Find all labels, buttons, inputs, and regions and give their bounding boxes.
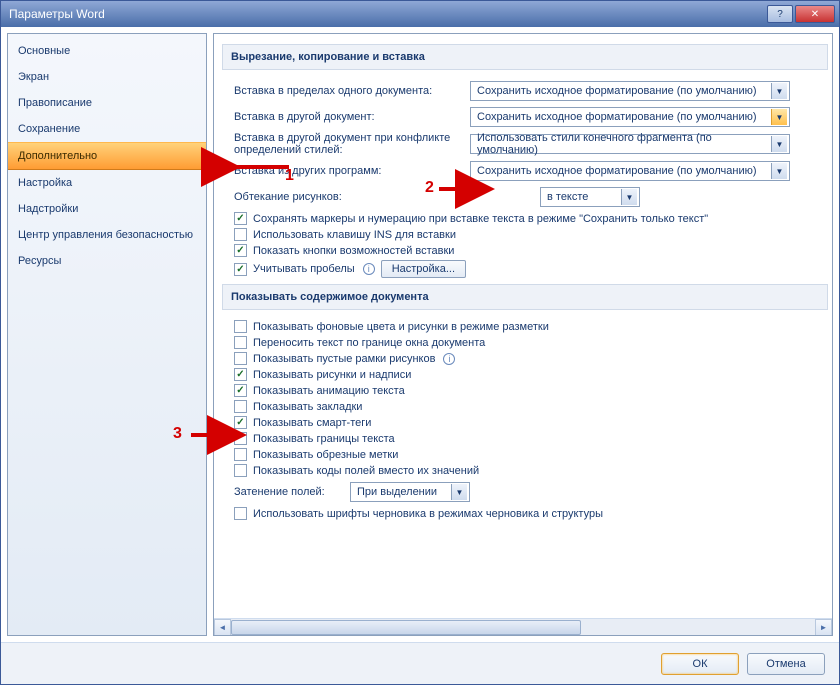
checkbox-draft-font[interactable] bbox=[234, 507, 247, 520]
annotation-num-3: 3 bbox=[173, 425, 182, 443]
chk-label: Показать кнопки возможностей вставки bbox=[253, 245, 454, 257]
chk-label: Переносить текст по границе окна докумен… bbox=[253, 337, 485, 349]
scroll-left-arrow[interactable]: ◄ bbox=[214, 619, 231, 636]
horizontal-scrollbar[interactable]: ◄ ► bbox=[214, 618, 832, 635]
checkbox-text-anim[interactable] bbox=[234, 384, 247, 397]
dropdown-paste-same-doc[interactable]: Сохранить исходное форматирование (по ум… bbox=[470, 81, 790, 101]
checkbox-bg-colors[interactable] bbox=[234, 320, 247, 333]
row-paste-programs: Вставка из других программ: Сохранить ис… bbox=[234, 160, 828, 182]
row-paste-other-doc: Вставка в другой документ: Сохранить исх… bbox=[234, 106, 828, 128]
chk-paste-options-btn: Показать кнопки возможностей вставки bbox=[234, 244, 828, 257]
main-panel: Вырезание, копирование и вставка Вставка… bbox=[213, 33, 833, 636]
dropdown-paste-programs[interactable]: Сохранить исходное форматирование (по ум… bbox=[470, 161, 790, 181]
settings-button[interactable]: Настройка... bbox=[381, 260, 466, 278]
ok-button[interactable]: ОК bbox=[661, 653, 739, 675]
label-paste-other-doc: Вставка в другой документ: bbox=[234, 111, 464, 123]
chk-label: Показывать анимацию текста bbox=[253, 385, 405, 397]
row-paste-same-doc: Вставка в пределах одного документа: Сох… bbox=[234, 80, 828, 102]
label-paste-same-doc: Вставка в пределах одного документа: bbox=[234, 85, 464, 97]
checkbox-placeholders[interactable] bbox=[234, 352, 247, 365]
label-field-shading: Затенение полей: bbox=[234, 486, 344, 498]
options-dialog: Параметры Word ? ✕ Основные Экран Правоп… bbox=[0, 0, 840, 685]
checkbox-bookmarks[interactable] bbox=[234, 400, 247, 413]
sidebar-item-general[interactable]: Основные bbox=[8, 38, 206, 64]
cancel-button[interactable]: Отмена bbox=[747, 653, 825, 675]
sidebar-item-addins[interactable]: Надстройки bbox=[8, 196, 206, 222]
checkbox-smart-tags[interactable] bbox=[234, 416, 247, 429]
chk-label: Показывать границы текста bbox=[253, 433, 395, 445]
chk-label: Использовать шрифты черновика в режимах … bbox=[253, 508, 603, 520]
checkbox-paste-options-btn[interactable] bbox=[234, 244, 247, 257]
titlebar: Параметры Word ? ✕ bbox=[1, 1, 839, 27]
checkbox-wrap-window[interactable] bbox=[234, 336, 247, 349]
label-paste-conflict: Вставка в другой документ при конфликте … bbox=[234, 132, 464, 156]
dropdown-paste-conflict[interactable]: Использовать стили конечного фрагмента (… bbox=[470, 134, 790, 154]
sidebar-item-proofing[interactable]: Правописание bbox=[8, 90, 206, 116]
sidebar-item-resources[interactable]: Ресурсы bbox=[8, 248, 206, 274]
chk-label: Показывать фоновые цвета и рисунки в реж… bbox=[253, 321, 549, 333]
category-sidebar: Основные Экран Правописание Сохранение Д… bbox=[7, 33, 207, 636]
row-picture-wrap: Обтекание рисунков: в тексте bbox=[234, 186, 828, 208]
label-picture-wrap: Обтекание рисунков: bbox=[234, 191, 534, 203]
checkbox-drawings[interactable] bbox=[234, 368, 247, 381]
chk-label: Использовать клавишу INS для вставки bbox=[253, 229, 456, 241]
row-field-shading: Затенение полей: При выделении bbox=[234, 481, 828, 503]
sidebar-item-display[interactable]: Экран bbox=[8, 64, 206, 90]
row-paste-conflict: Вставка в другой документ при конфликте … bbox=[234, 132, 828, 156]
chk-ins-key: Использовать клавишу INS для вставки bbox=[234, 228, 828, 241]
checkbox-ins-key[interactable] bbox=[234, 228, 247, 241]
checkbox-crop-marks[interactable] bbox=[234, 448, 247, 461]
checkbox-smart-paste[interactable] bbox=[234, 263, 247, 276]
window-title: Параметры Word bbox=[5, 7, 767, 21]
checkbox-text-bound[interactable] bbox=[234, 432, 247, 445]
help-button[interactable]: ? bbox=[767, 5, 793, 23]
info-icon[interactable]: i bbox=[443, 353, 455, 365]
chk-label: Показывать коды полей вместо их значений bbox=[253, 465, 479, 477]
sidebar-item-trustcenter[interactable]: Центр управления безопасностью bbox=[8, 222, 206, 248]
chk-label: Показывать закладки bbox=[253, 401, 362, 413]
close-button[interactable]: ✕ bbox=[795, 5, 835, 23]
chk-label: Показывать рисунки и надписи bbox=[253, 369, 411, 381]
annotation-num-1: 1 bbox=[285, 167, 294, 185]
annotation-num-2: 2 bbox=[425, 179, 434, 197]
chk-label: Сохранять маркеры и нумерацию при вставк… bbox=[253, 213, 708, 225]
main-scroll-area[interactable]: Вырезание, копирование и вставка Вставка… bbox=[214, 34, 832, 618]
dropdown-paste-other-doc[interactable]: Сохранить исходное форматирование (по ум… bbox=[470, 107, 790, 127]
section-cut-copy-paste: Вырезание, копирование и вставка bbox=[222, 44, 828, 70]
sidebar-item-customize[interactable]: Настройка bbox=[8, 170, 206, 196]
dropdown-field-shading[interactable]: При выделении bbox=[350, 482, 470, 502]
scroll-right-arrow[interactable]: ► bbox=[815, 619, 832, 636]
dialog-body: Основные Экран Правописание Сохранение Д… bbox=[1, 27, 839, 642]
scroll-track[interactable] bbox=[231, 619, 815, 636]
chk-label: Учитывать пробелы bbox=[253, 263, 355, 275]
chk-smart-paste: Учитывать пробелы i Настройка... bbox=[234, 260, 828, 278]
sidebar-item-save[interactable]: Сохранение bbox=[8, 116, 206, 142]
dropdown-picture-wrap[interactable]: в тексте bbox=[540, 187, 640, 207]
chk-keep-bullets: Сохранять маркеры и нумерацию при вставк… bbox=[234, 212, 828, 225]
chk-label: Показывать пустые рамки рисунков bbox=[253, 353, 435, 365]
window-controls: ? ✕ bbox=[767, 5, 835, 23]
sidebar-item-advanced[interactable]: Дополнительно bbox=[8, 142, 206, 170]
scroll-thumb[interactable] bbox=[231, 620, 581, 635]
checkbox-keep-bullets[interactable] bbox=[234, 212, 247, 225]
info-icon[interactable]: i bbox=[363, 263, 375, 275]
chk-label: Показывать смарт-теги bbox=[253, 417, 371, 429]
label-paste-programs: Вставка из других программ: bbox=[234, 165, 464, 177]
dialog-footer: ОК Отмена bbox=[1, 642, 839, 684]
checkbox-field-codes[interactable] bbox=[234, 464, 247, 477]
chk-label: Показывать обрезные метки bbox=[253, 449, 398, 461]
section-show-content: Показывать содержимое документа bbox=[222, 284, 828, 310]
